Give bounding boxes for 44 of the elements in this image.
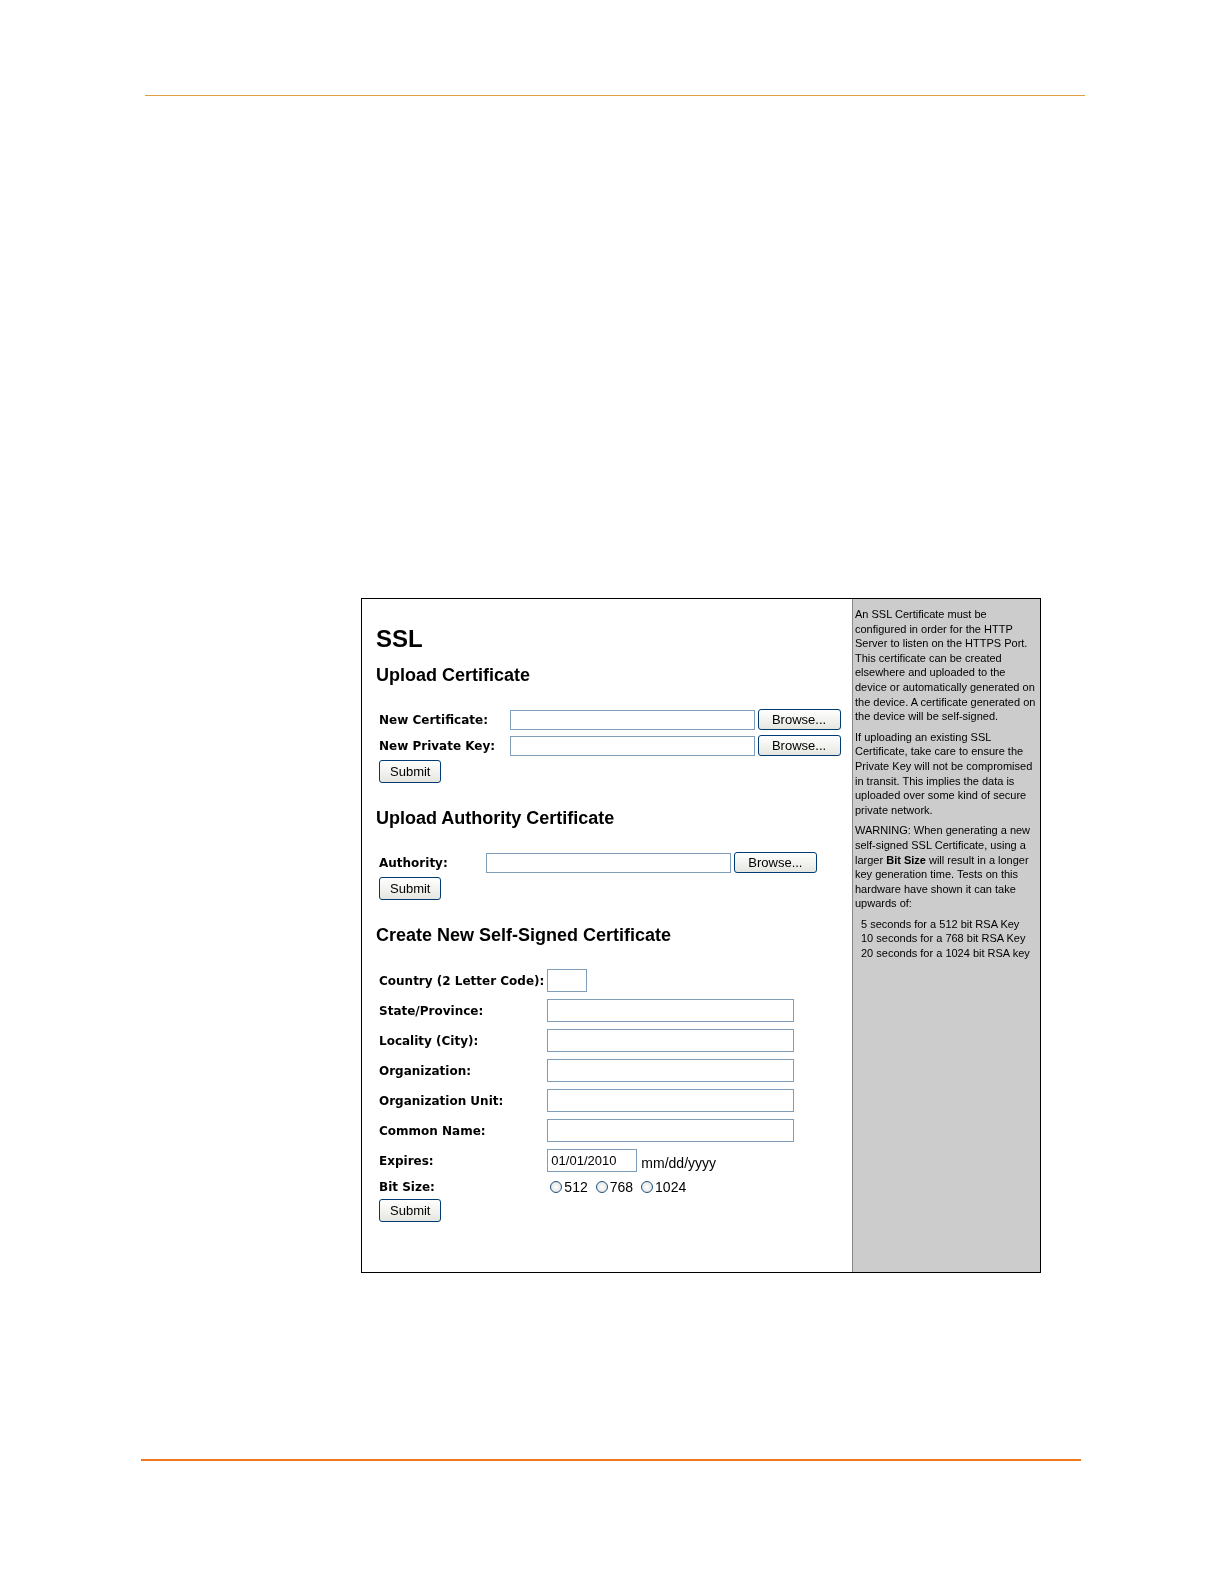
radio-label: 768 — [609, 1179, 634, 1195]
date-format-hint: mm/dd/yyyy — [641, 1154, 717, 1171]
timing-line: 5 seconds for a 512 bit RSA Key — [860, 916, 1021, 932]
field-label: Organization: — [379, 1063, 472, 1078]
help-paragraph: An SSL Certificate must be configured in order for the HTTP Server to listen on the HTTPS Port. This certificate can be created elsewhere and uploaded to the device or automatically generated on the device. A certificate generated on the device will be self-signed. — [855, 607, 1037, 724]
text-field[interactable] — [547, 1059, 795, 1082]
radio-button[interactable] — [641, 1181, 654, 1193]
page-title: SSL — [376, 625, 424, 653]
country-field[interactable] — [547, 969, 588, 992]
help-paragraph: If uploading an existing SSL Certificate, take care to ensure the Private Key will not be compromised in transit. This implies the data is uploaded over some kind of secure private network. — [855, 729, 1034, 818]
field-label: Country (2 Letter Code): — [379, 973, 545, 988]
help-paragraph: WARNING: When generating a new self-signed SSL Certificate, using a larger Bit Size will result in a longer key generation time. Tests on this hardware have shown it can take upwards of: — [855, 823, 1032, 911]
field-label: New Certificate: — [379, 712, 488, 727]
file-path-field[interactable] — [509, 735, 755, 756]
timing-line: 10 seconds for a 768 bit RSA Key — [860, 931, 1027, 947]
browse-button[interactable]: Browse... — [757, 735, 841, 756]
field-label: Locality (City): — [379, 1033, 480, 1048]
field-label: Authority: — [379, 855, 448, 870]
file-path-field[interactable] — [485, 852, 731, 873]
radio-button[interactable] — [595, 1181, 608, 1193]
radio-button[interactable] — [550, 1181, 563, 1193]
field-label: Organization Unit: — [379, 1093, 505, 1108]
submit-button[interactable]: Submit — [379, 1199, 441, 1222]
section-heading: Upload Certificate — [376, 665, 532, 686]
submit-button[interactable]: Submit — [379, 760, 441, 783]
field-label: New Private Key: — [379, 738, 496, 753]
section-heading: Create New Self-Signed Certificate — [376, 925, 673, 946]
field-label: Common Name: — [379, 1123, 487, 1138]
field-label: State/Province: — [379, 1003, 485, 1018]
field-label: Bit Size: — [379, 1180, 436, 1194]
date-field[interactable]: 01/01/2010 — [547, 1149, 638, 1172]
field-label: Expires: — [379, 1153, 435, 1168]
radio-label: 512 — [564, 1179, 588, 1195]
section-heading: Upload Authority Certificate — [376, 808, 616, 829]
submit-button[interactable]: Submit — [379, 877, 441, 900]
text-field[interactable] — [547, 1089, 795, 1112]
radio-label: 1024 — [655, 1179, 687, 1195]
text-field[interactable] — [547, 1119, 795, 1142]
text-field[interactable] — [547, 999, 795, 1022]
browse-button[interactable]: Browse... — [733, 852, 817, 873]
timing-line: 20 seconds for a 1024 bit RSA key — [860, 946, 1031, 961]
browse-button[interactable]: Browse... — [757, 709, 841, 730]
file-path-field[interactable] — [509, 709, 755, 730]
text-field[interactable] — [547, 1029, 795, 1052]
